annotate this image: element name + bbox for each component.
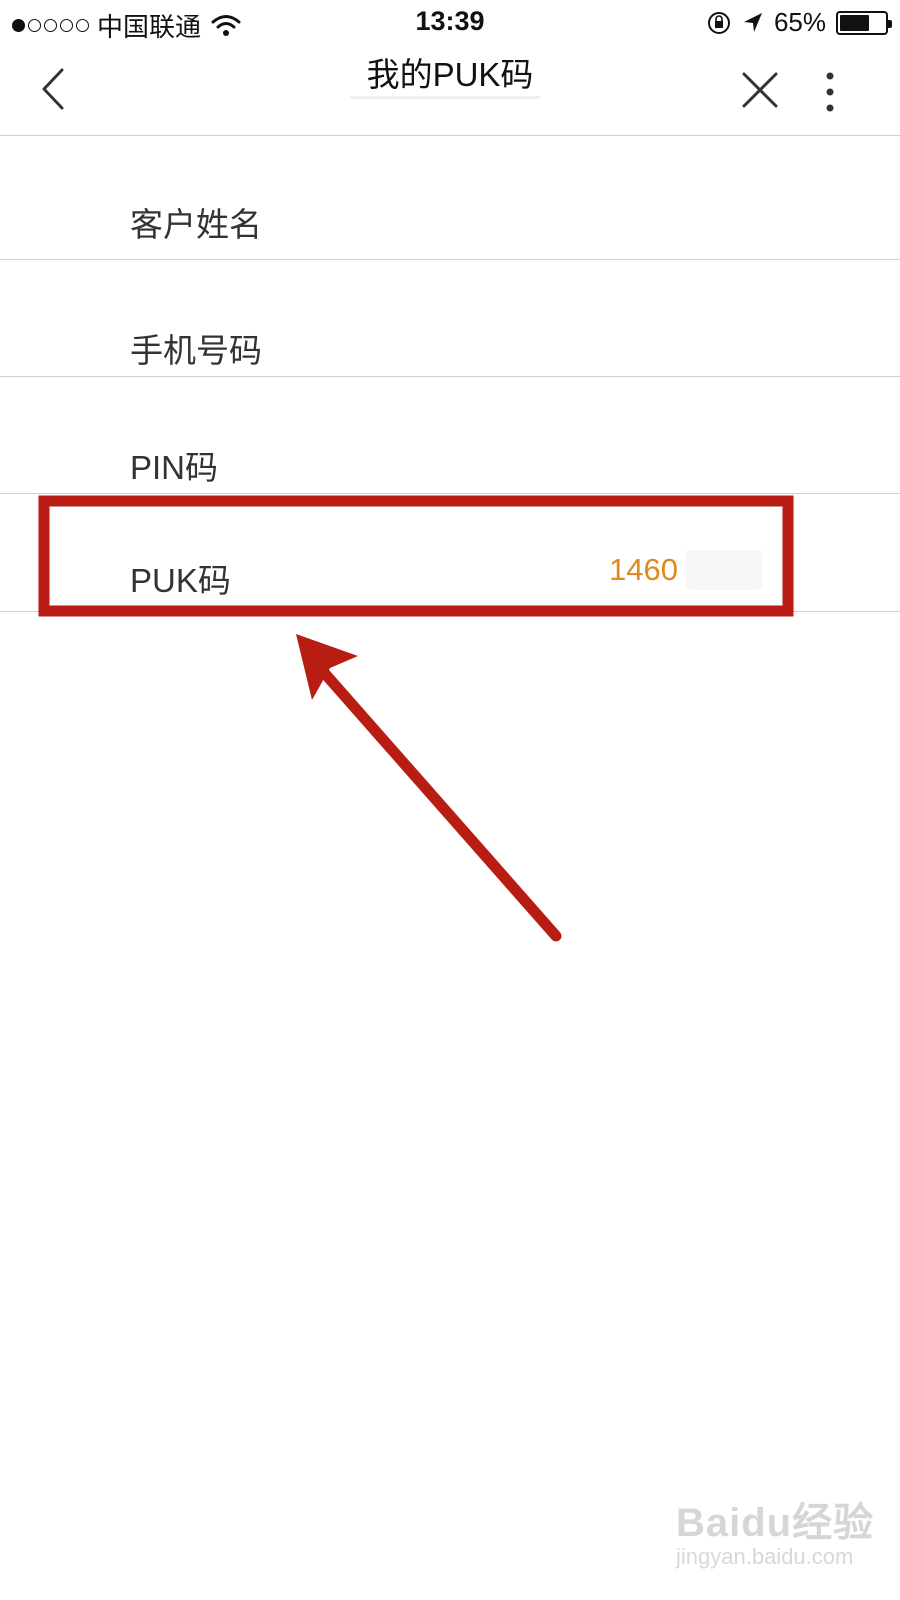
list-item-pin-code: PIN码 [0,377,900,494]
rotation-lock-icon [707,11,730,34]
baidu-watermark: Baidu经验 jingyan.baidu.com [676,1480,876,1580]
list-item-label: PIN码 [130,449,219,486]
list-item-phone-number: 手机号码 [0,260,900,377]
status-bar: 中国联通 13:39 65% [0,0,900,44]
watermark-brand: Baidu经验 [676,1501,875,1545]
title-underline-redacted [350,96,540,99]
location-arrow-icon [743,12,762,32]
info-list: 客户姓名 手机号码 PIN码 PUK码 1460 [0,136,900,612]
arrow-head [296,634,358,700]
close-icon [742,72,778,108]
list-item-label: 手机号码 [130,332,262,369]
list-item-puk-code: PUK码 1460 [0,494,900,612]
list-item-customer-name: 客户姓名 [0,136,900,260]
more-vertical-icon [826,72,834,112]
redaction-blur [686,550,762,590]
arrow-shaft [314,662,562,942]
battery-fill [840,14,869,31]
battery-percent: 65% [773,7,826,37]
list-item-label: PUK码 [130,562,231,599]
watermark-site: jingyan.baidu.com [676,1544,854,1569]
close-button[interactable] [740,70,780,110]
list-item-label: 客户姓名 [130,206,262,243]
more-button[interactable] [820,70,840,116]
puk-code-value: 1460 [609,552,678,587]
battery-icon [836,10,892,35]
nav-bar: 我的PUK码 [0,44,900,136]
status-indicators: 65% [706,7,892,38]
